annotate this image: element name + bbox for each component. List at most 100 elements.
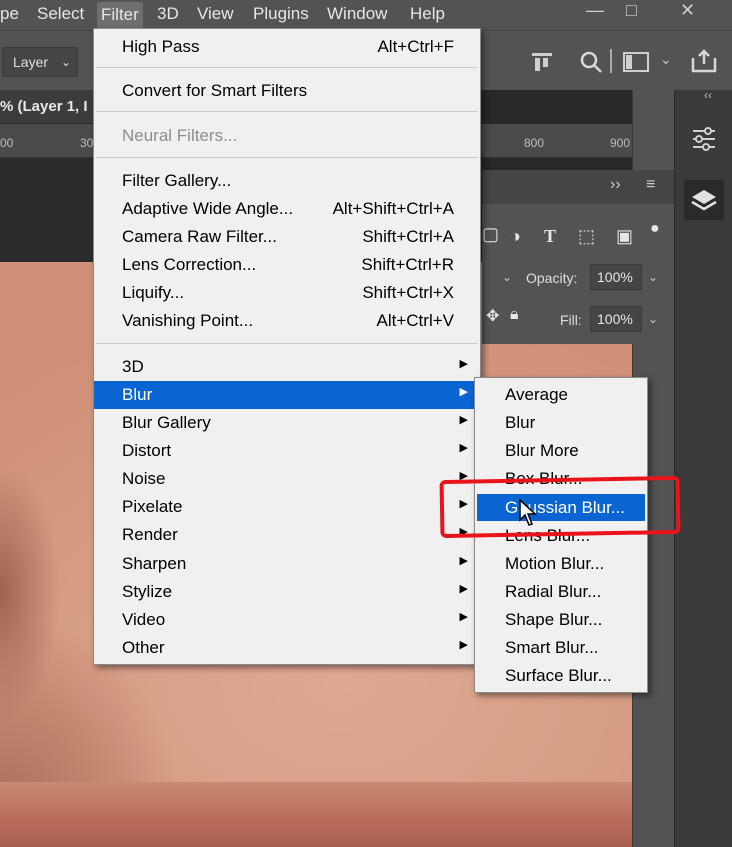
opacity-chevron-icon[interactable]: ⌄ — [648, 270, 658, 284]
filter-toggle-icon[interactable]: ● — [650, 220, 660, 238]
menu-item-adaptive-wide-angle[interactable]: Adaptive Wide Angle... Alt+Shift+Ctrl+A — [94, 195, 480, 223]
menu-item-stylize[interactable]: Stylize ▶ — [94, 578, 480, 606]
panel-menu-icon[interactable]: ≡ — [646, 176, 655, 194]
menu-item-blur[interactable]: Blur ▶ — [94, 381, 480, 409]
menu-item-noise[interactable]: Noise ▶ — [94, 465, 480, 493]
menu-item-label: Average — [505, 385, 569, 404]
layers-panel: ▢ ◑ T ⬚ ▣ ● ⌄ Opacity: 100% ⌄ ✥ 🔒︎ Fill:… — [482, 204, 674, 344]
menu-item-high-pass[interactable]: High Pass Alt+Ctrl+F — [94, 33, 480, 61]
layers-icon[interactable] — [684, 180, 724, 220]
workspace-icon[interactable] — [622, 51, 650, 73]
menu-select[interactable]: Select — [37, 4, 84, 24]
minimize-button[interactable]: — — [586, 0, 604, 21]
submenu-item-surface-blur[interactable]: Surface Blur... — [477, 662, 645, 689]
annotation-highlight — [439, 475, 681, 539]
menu-item-label: Surface Blur... — [505, 666, 612, 685]
submenu-item-shape-blur[interactable]: Shape Blur... — [477, 606, 645, 633]
share-icon[interactable] — [690, 48, 718, 74]
submenu-item-average[interactable]: Average — [477, 381, 645, 408]
menu-item-label: Video — [122, 610, 166, 629]
lock-all-icon[interactable]: 🔒︎ — [510, 306, 519, 324]
filter-adjustment-icon[interactable]: ◑ — [510, 226, 521, 247]
menu-item-shortcut: Alt+Shift+Ctrl+A — [332, 199, 454, 218]
menu-item-convert-smart-filters[interactable]: Convert for Smart Filters — [94, 77, 480, 105]
submenu-arrow-icon: ▶ — [459, 611, 468, 623]
opacity-input[interactable]: 100% — [590, 264, 642, 290]
menu-item-label: Convert for Smart Filters — [122, 81, 308, 100]
menu-item-sharpen[interactable]: Sharpen ▶ — [94, 550, 480, 578]
submenu-item-blur-more[interactable]: Blur More — [477, 437, 645, 464]
submenu-arrow-icon: ▶ — [459, 442, 468, 454]
menu-item-lens-correction[interactable]: Lens Correction... Shift+Ctrl+R — [94, 251, 480, 279]
filter-type-icon[interactable]: T — [544, 226, 556, 247]
submenu-item-blur[interactable]: Blur — [477, 409, 645, 436]
adjustments-icon[interactable] — [684, 118, 724, 158]
menu-item-pixelate[interactable]: Pixelate ▶ — [94, 493, 480, 521]
fill-label: Fill: — [560, 312, 582, 328]
menu-separator — [96, 157, 478, 158]
canvas-pasteboard — [0, 158, 93, 262]
filter-smartobject-icon[interactable]: ▣ — [616, 226, 633, 247]
menu-item-label: Render — [122, 525, 178, 544]
submenu-item-smart-blur[interactable]: Smart Blur... — [477, 634, 645, 661]
menu-item-shortcut: Shift+Ctrl+R — [361, 255, 454, 274]
menu-item-shortcut: Alt+Ctrl+F — [377, 37, 454, 56]
menu-window[interactable]: Window — [327, 4, 387, 24]
menu-item-label: Neural Filters... — [122, 126, 238, 145]
menu-help[interactable]: Help — [410, 4, 445, 24]
menu-item-label: Adaptive Wide Angle... — [122, 199, 294, 218]
document-tab-title: % (Layer 1, I — [0, 98, 88, 115]
document-tab[interactable]: % (Layer 1, I — [0, 90, 93, 124]
submenu-item-motion-blur[interactable]: Motion Blur... — [477, 550, 645, 577]
layers-panel-header: ›› ≡ — [482, 170, 674, 204]
expand-panels-icon[interactable]: ›› — [610, 176, 621, 194]
filter-pixel-icon[interactable]: ▢ — [482, 224, 499, 245]
menu-item-video[interactable]: Video ▶ — [94, 606, 480, 634]
menu-item-other[interactable]: Other ▶ — [94, 634, 480, 662]
menu-bar: pe Select Filter 3D View Plugins Window … — [0, 0, 732, 30]
menu-item-blur-gallery[interactable]: Blur Gallery ▶ — [94, 409, 480, 437]
menu-item-render[interactable]: Render ▶ — [94, 521, 480, 549]
menu-item-vanishing-point[interactable]: Vanishing Point... Alt+Ctrl+V — [94, 307, 480, 335]
submenu-item-radial-blur[interactable]: Radial Blur... — [477, 578, 645, 605]
filter-shape-icon[interactable]: ⬚ — [578, 226, 595, 247]
menu-item-3d[interactable]: 3D ▶ — [94, 353, 480, 381]
align-top-icon[interactable] — [530, 51, 554, 75]
collapse-panels-icon[interactable]: ‹‹ — [704, 88, 712, 102]
menu-item-label: Motion Blur... — [505, 554, 605, 573]
menu-view[interactable]: View — [197, 4, 234, 24]
menu-filter[interactable]: Filter — [97, 2, 143, 28]
menu-item-liquify[interactable]: Liquify... Shift+Ctrl+X — [94, 279, 480, 307]
chevron-down-icon[interactable]: ⌄ — [660, 51, 672, 68]
submenu-arrow-icon: ▶ — [459, 358, 468, 370]
ruler-tick: 30 — [80, 136, 94, 150]
menu-plugins[interactable]: Plugins — [253, 4, 309, 24]
menu-item-label: Pixelate — [122, 497, 183, 516]
filter-menu: High Pass Alt+Ctrl+F Convert for Smart F… — [93, 28, 481, 665]
menu-item-shortcut: Shift+Ctrl+X — [362, 283, 454, 302]
menu-type[interactable]: pe — [0, 4, 19, 24]
blend-mode-chevron-icon[interactable]: ⌄ — [502, 270, 512, 284]
menu-3d[interactable]: 3D — [157, 4, 179, 24]
menu-item-camera-raw-filter[interactable]: Camera Raw Filter... Shift+Ctrl+A — [94, 223, 480, 251]
maximize-button[interactable]: □ — [626, 0, 637, 21]
lock-position-icon[interactable]: ✥ — [486, 306, 499, 326]
menu-separator — [96, 111, 478, 112]
fill-value: 100% — [597, 311, 633, 327]
close-button[interactable]: ✕ — [680, 0, 695, 21]
skin-shadow — [0, 472, 80, 722]
auto-select-dropdown[interactable]: Layer ⌄ — [2, 47, 78, 77]
menu-item-filter-gallery[interactable]: Filter Gallery... — [94, 167, 480, 195]
menu-item-distort[interactable]: Distort ▶ — [94, 437, 480, 465]
ruler-tick: 800 — [524, 136, 545, 150]
menu-item-label: Shape Blur... — [505, 610, 603, 629]
fill-input[interactable]: 100% — [590, 306, 642, 332]
lip-area — [0, 782, 632, 847]
toolbar-divider — [610, 49, 612, 73]
menu-item-label: Lens Correction... — [122, 255, 257, 274]
menu-item-label: Other — [122, 638, 165, 657]
search-icon[interactable] — [578, 49, 604, 75]
menu-item-label: Blur — [505, 413, 536, 432]
menu-item-label: Blur — [122, 385, 153, 404]
fill-chevron-icon[interactable]: ⌄ — [648, 312, 658, 326]
